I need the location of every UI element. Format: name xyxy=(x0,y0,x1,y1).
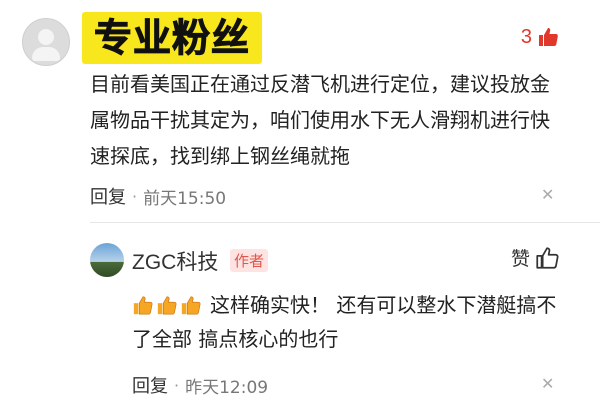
reply-meta: 回复 · 昨天12:09 xyxy=(132,372,268,398)
author-badge: 作者 xyxy=(230,249,269,272)
separator-dot: · xyxy=(174,375,180,395)
user-avatar[interactable] xyxy=(22,18,70,66)
thumb-up-icon xyxy=(539,28,558,46)
thumbs-up-emoji xyxy=(133,296,153,315)
close-icon[interactable]: ✕ xyxy=(541,374,554,393)
reply-link[interactable]: 回复 xyxy=(132,372,168,398)
thumbs-up-emoji xyxy=(181,296,201,315)
thumbs-up-emoji xyxy=(157,296,177,315)
divider xyxy=(90,222,600,223)
reply-link[interactable]: 回复 xyxy=(90,183,126,209)
comment-text: 目前看美国正在通过反潜飞机进行定位，建议投放金属物品干扰其定为，咱们使用水下无人… xyxy=(90,72,550,168)
title-badge: 专业粉丝 xyxy=(82,12,263,64)
separator-dot: · xyxy=(132,186,138,206)
comment-time: 前天15:50 xyxy=(143,188,227,209)
reply-like-button[interactable]: 赞 xyxy=(511,244,560,271)
like-count: 3 xyxy=(520,25,532,48)
reply-time: 昨天12:09 xyxy=(185,377,269,398)
close-icon[interactable]: ✕ xyxy=(541,185,554,204)
comment-like-button[interactable]: 3 xyxy=(521,25,560,49)
thumb-up-icon xyxy=(536,246,559,269)
author-avatar[interactable] xyxy=(90,243,124,277)
comment-meta: 回复 · 前天15:50 xyxy=(90,183,226,209)
like-label: 赞 xyxy=(510,248,530,270)
reply-text: 这样确实快！ 还有可以整水下潜艇搞不了全部 搞点核心的也行 xyxy=(132,288,562,356)
author-name[interactable]: ZGC科技 xyxy=(132,246,218,276)
